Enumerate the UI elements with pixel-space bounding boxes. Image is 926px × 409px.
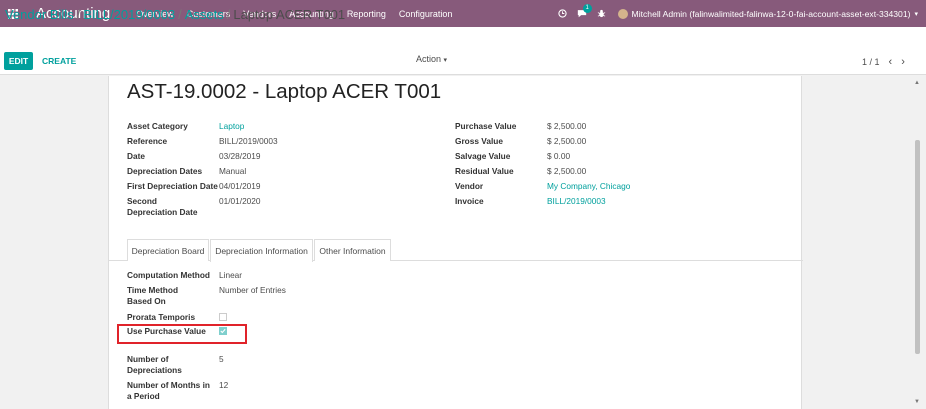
caret-down-icon[interactable]: ▾ xyxy=(914,10,918,18)
breadcrumb-vendor-bills[interactable]: Vendor Bills xyxy=(5,7,74,22)
scroll-up-icon[interactable]: ▲ xyxy=(914,80,920,86)
tab-depreciation-board[interactable]: Depreciation Board xyxy=(127,239,209,261)
purchase-value: $ 2,500.00 xyxy=(547,121,587,131)
breadcrumb-current: Laptop ACER T001 xyxy=(233,7,346,22)
field-label: Time Method Based On xyxy=(127,285,179,306)
breadcrumb-separator: / xyxy=(178,7,182,22)
field-label: Prorata Temporis xyxy=(127,312,196,322)
months-in-period-value: 12 xyxy=(219,380,229,390)
field-label: Number of Months in a Period xyxy=(127,380,210,401)
first-depreciation-date-value: 04/01/2019 xyxy=(219,181,261,191)
messages-icon[interactable]: 1 xyxy=(577,4,592,18)
field-label: Reference xyxy=(127,136,168,146)
second-depreciation-date-value: 01/01/2020 xyxy=(219,196,261,206)
form-sheet: AST-19.0002 - Laptop ACER T001 Asset Cat… xyxy=(108,76,803,409)
field-label: Salvage Value xyxy=(455,151,511,161)
breadcrumb-separator: / xyxy=(226,7,231,22)
edit-button[interactable]: EDIT xyxy=(4,52,33,70)
use-purchase-value-highlight xyxy=(117,324,247,344)
scrollbar-thumb[interactable] xyxy=(915,140,920,354)
invoice-link[interactable]: BILL/2019/0003 xyxy=(547,196,606,206)
breadcrumb-bill[interactable]: BILL/2019/0003 xyxy=(83,7,175,22)
number-of-depreciations-value: 5 xyxy=(219,354,224,364)
field-label: Computation Method xyxy=(127,270,210,280)
asset-category-link[interactable]: Laptop xyxy=(219,121,244,131)
field-label: Residual Value xyxy=(455,166,514,176)
chevron-left-icon[interactable]: ‹ xyxy=(889,56,893,68)
field-label: Depreciation Dates xyxy=(127,166,203,176)
pager: 1 / 1 ‹ › xyxy=(862,56,905,68)
user-menu[interactable]: Mitchell Admin (falinwalimited-falinwa-1… xyxy=(632,9,911,19)
vendor-link[interactable]: My Company, Chicago xyxy=(547,181,630,191)
clock-icon[interactable] xyxy=(557,9,567,18)
field-label: Second Depreciation Date xyxy=(127,196,198,217)
field-label: First Depreciation Date xyxy=(127,181,218,191)
notebook-tabs: Depreciation Board Depreciation Informat… xyxy=(109,239,803,262)
tab-other-information[interactable]: Other Information xyxy=(314,239,391,261)
message-count-badge: 1 xyxy=(582,4,592,13)
menu-reporting[interactable]: Reporting xyxy=(347,9,386,19)
bug-icon[interactable] xyxy=(597,9,606,18)
residual-value: $ 2,500.00 xyxy=(547,166,587,176)
field-label: Vendor xyxy=(455,181,484,191)
field-label: Asset Category xyxy=(127,121,188,131)
chevron-right-icon[interactable]: › xyxy=(901,56,905,68)
field-label: Number of Depreciations xyxy=(127,354,182,375)
tab-depreciation-information[interactable]: Depreciation Information xyxy=(210,239,313,262)
control-panel xyxy=(0,27,926,75)
action-dropdown[interactable]: Action ▾ xyxy=(416,54,447,64)
pager-value[interactable]: 1 / 1 xyxy=(862,57,880,67)
field-label: Gross Value xyxy=(455,136,503,146)
field-label: Date xyxy=(127,151,145,161)
caret-down-icon: ▾ xyxy=(443,57,448,64)
field-label: Purchase Value xyxy=(455,121,517,131)
prorata-checkbox[interactable] xyxy=(219,313,227,321)
depreciation-dates-value: Manual xyxy=(219,166,247,176)
computation-method-value: Linear xyxy=(219,270,243,280)
scroll-down-icon[interactable]: ▼ xyxy=(914,399,920,405)
systray: 1 Mitchell Admin (falinwalimited-falinwa… xyxy=(548,0,918,27)
reference-value: BILL/2019/0003 xyxy=(219,136,278,146)
create-button[interactable]: CREATE xyxy=(42,56,76,66)
record-title: AST-19.0002 - Laptop ACER T001 xyxy=(127,80,442,103)
action-label: Action xyxy=(416,54,442,64)
gross-value: $ 2,500.00 xyxy=(547,136,587,146)
time-method-value: Number of Entries xyxy=(219,285,286,295)
field-label: Invoice xyxy=(455,196,484,206)
breadcrumb-separator: / xyxy=(76,7,81,22)
breadcrumb: Vendor Bills / BILL/2019/0003/Assets / Lapto… xyxy=(5,7,345,22)
salvage-value: $ 0.00 xyxy=(547,151,571,161)
date-value: 03/28/2019 xyxy=(219,151,261,161)
user-avatar[interactable] xyxy=(617,8,628,19)
breadcrumb-assets[interactable]: Assets xyxy=(185,7,224,22)
menu-configuration[interactable]: Configuration xyxy=(399,9,453,19)
